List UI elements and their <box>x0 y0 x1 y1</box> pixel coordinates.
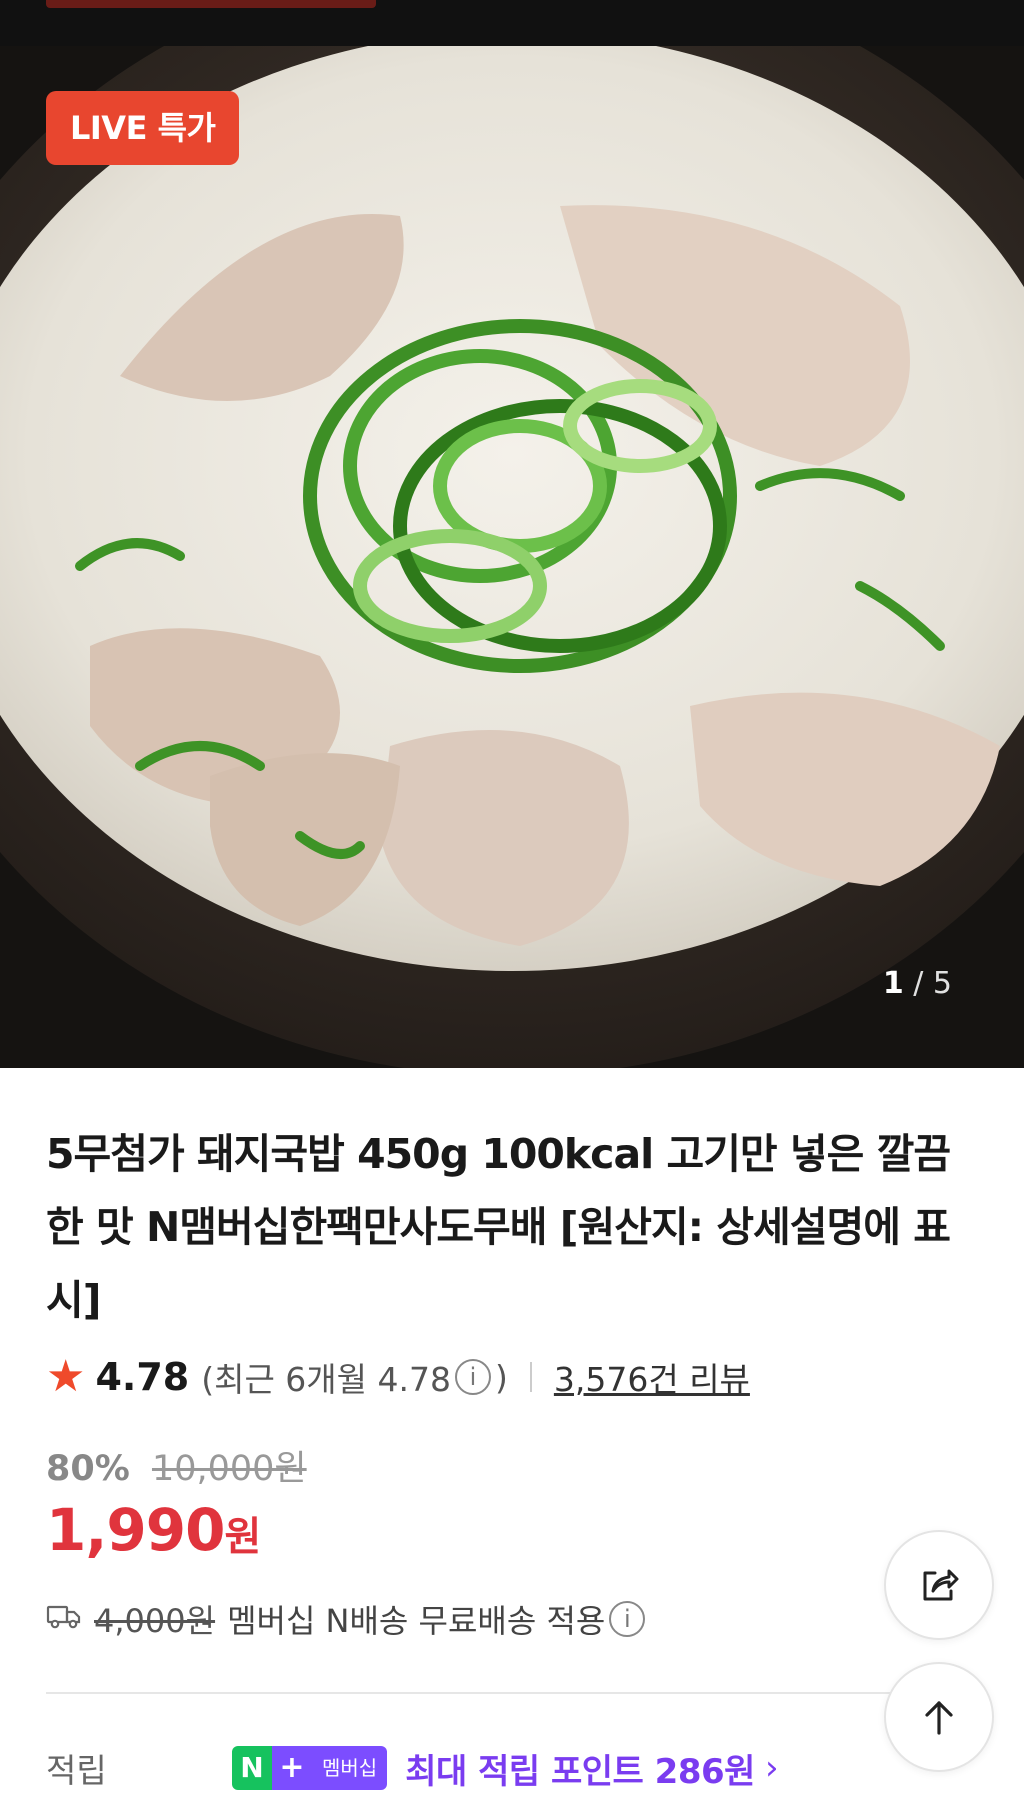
share-icon <box>923 1569 959 1601</box>
recent-rating-prefix: (최근 6개월 4.78 <box>201 1360 451 1399</box>
top-bar <box>0 0 1024 46</box>
shipping-fee: 4,000원 <box>94 1602 216 1640</box>
star-icon: ★ <box>46 1351 86 1402</box>
image-counter-current: 1 <box>882 966 904 1001</box>
membership-badge-text: 멤버십 <box>312 1746 388 1790</box>
product-info: 5무첨가 돼지국밥 450g 100kcal 고기만 넣은 깔끔한 맛 N맴버십… <box>46 1068 978 1337</box>
product-image-carousel[interactable]: LIVE 특가 1 / 5 <box>0 46 1024 1068</box>
max-points-text: 최대 적립 포인트 286원 <box>405 1751 755 1792</box>
image-counter: 1 / 5 <box>883 966 952 1001</box>
discount-row: 80% 10,000원 <box>46 1440 307 1491</box>
separator <box>529 1362 532 1392</box>
truck-icon <box>46 1600 82 1638</box>
plus-icon: + <box>272 1746 312 1790</box>
naver-plus-membership-badge: N + 멤버십 <box>232 1746 388 1790</box>
top-bar-edge <box>46 0 376 8</box>
shipping-info-icon[interactable]: i <box>609 1601 646 1637</box>
points-label: 적립 <box>46 1751 107 1790</box>
sale-price: 1,990원 <box>46 1496 261 1564</box>
share-button[interactable] <box>884 1530 994 1640</box>
sale-price-amount: 1,990 <box>46 1496 225 1564</box>
product-title: 5무첨가 돼지국밥 450g 100kcal 고기만 넣은 깔끔한 맛 N맴버십… <box>46 1130 951 1324</box>
shipping-row: 4,000원 멤버십 N배송 무료배송 적용 i <box>46 1594 649 1644</box>
discount-rate: 80% <box>46 1449 130 1489</box>
image-counter-total: / 5 <box>913 966 952 1001</box>
chevron-right-icon: › <box>764 1748 779 1788</box>
recent-rating-suffix: ) <box>495 1357 508 1397</box>
shipping-text: 멤버십 N배송 무료배송 적용 <box>227 1602 606 1640</box>
product-photo <box>0 46 1024 1068</box>
info-icon[interactable]: i <box>455 1359 491 1395</box>
scroll-to-top-button[interactable] <box>884 1662 994 1772</box>
original-price: 10,000원 <box>151 1449 307 1489</box>
rating-score: 4.78 <box>95 1355 190 1399</box>
review-count-link[interactable]: 3,576건 리뷰 <box>554 1353 750 1401</box>
sale-price-unit: 원 <box>224 1514 262 1560</box>
naver-n-icon: N <box>232 1746 272 1790</box>
points-row[interactable]: 적립 N + 멤버십 최대 적립 포인트 286원 › <box>46 1740 946 1796</box>
divider <box>46 1692 906 1694</box>
arrow-up-icon <box>925 1701 953 1735</box>
live-special-badge: LIVE 특가 <box>46 91 240 165</box>
rating-row: ★ 4.78 (최근 6개월 4.78 i ) 3,576건 리뷰 <box>46 1352 750 1402</box>
